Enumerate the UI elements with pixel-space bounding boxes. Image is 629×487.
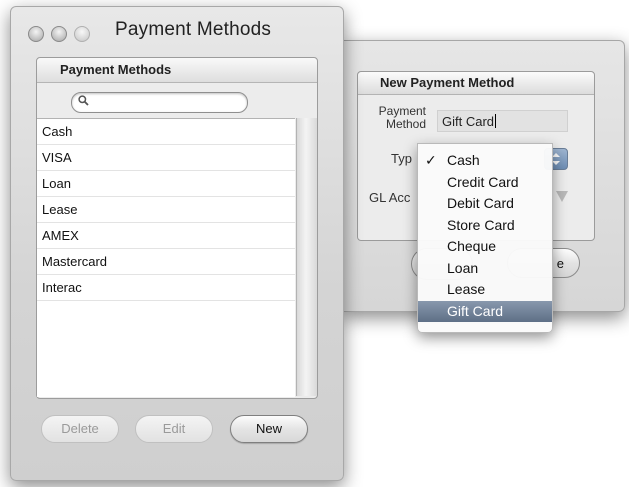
payment-methods-panel: Payment Methods Cash VISA Loan Lease AME…	[36, 57, 318, 399]
list-item[interactable]: Interac	[37, 275, 295, 301]
payment-method-label: Payment Method	[364, 105, 426, 131]
list-item[interactable]: Loan	[37, 171, 295, 197]
list-item[interactable]: Lease	[37, 197, 295, 223]
menu-item-label: Debit Card	[447, 195, 514, 211]
payment-method-field[interactable]: Gift Card	[437, 110, 568, 132]
list-item[interactable]: Mastercard	[37, 249, 295, 275]
zoom-window-icon[interactable]	[74, 26, 90, 42]
menu-item-store-card[interactable]: Store Card	[418, 215, 552, 237]
menu-item-credit-card[interactable]: Credit Card	[418, 172, 552, 194]
menu-item-debit-card[interactable]: Debit Card	[418, 193, 552, 215]
list-item[interactable]: VISA	[37, 145, 295, 171]
menu-item-label: Gift Card	[447, 302, 504, 319]
payment-methods-window: Payment Methods Payment Methods Cash VIS…	[10, 6, 344, 481]
minimize-window-icon[interactable]	[51, 26, 67, 42]
menu-item-loan[interactable]: Loan	[418, 258, 552, 280]
checkmark-icon: ✓	[425, 152, 437, 168]
list-item[interactable]: Cash	[37, 119, 295, 145]
delete-button[interactable]: Delete	[41, 415, 119, 443]
menu-item-label: Cash	[447, 152, 480, 168]
menu-item-label: Lease	[447, 281, 486, 297]
menu-item-cash[interactable]: ✓ Cash	[418, 150, 552, 172]
type-dropdown-menu[interactable]: ✓ Cash Credit Card Debit Card Store Card…	[417, 143, 553, 333]
menu-item-lease[interactable]: Lease	[418, 279, 552, 301]
search-input[interactable]	[71, 92, 248, 113]
payment-method-value: Gift Card	[442, 114, 495, 129]
menu-item-label: Credit Card	[447, 173, 519, 190]
list-item[interactable]: AMEX	[37, 223, 295, 249]
panel-title: Payment Methods	[37, 58, 317, 83]
group-title: New Payment Method	[358, 72, 594, 95]
gl-account-label: GL Acc	[369, 190, 411, 205]
search-icon	[78, 95, 89, 106]
payment-methods-list[interactable]: Cash VISA Loan Lease AMEX Mastercard Int…	[37, 118, 295, 397]
new-button[interactable]: New	[230, 415, 308, 443]
menu-item-gift-card[interactable]: Gift Card	[418, 300, 552, 322]
window-title: Payment Methods	[115, 19, 272, 40]
payment-method-label-line2: Method	[385, 117, 426, 131]
list-scrollbar[interactable]	[296, 118, 317, 396]
menu-item-label: Cheque	[447, 238, 497, 254]
menu-item-label: Loan	[447, 259, 479, 276]
type-label: Typ	[391, 151, 412, 166]
menu-item-cheque[interactable]: Cheque	[418, 236, 552, 258]
text-caret	[495, 114, 497, 128]
edit-button[interactable]: Edit	[135, 415, 213, 443]
gl-account-arrow-icon[interactable]	[556, 191, 568, 202]
menu-item-label: Store Card	[447, 216, 515, 233]
close-window-icon[interactable]	[28, 26, 44, 42]
